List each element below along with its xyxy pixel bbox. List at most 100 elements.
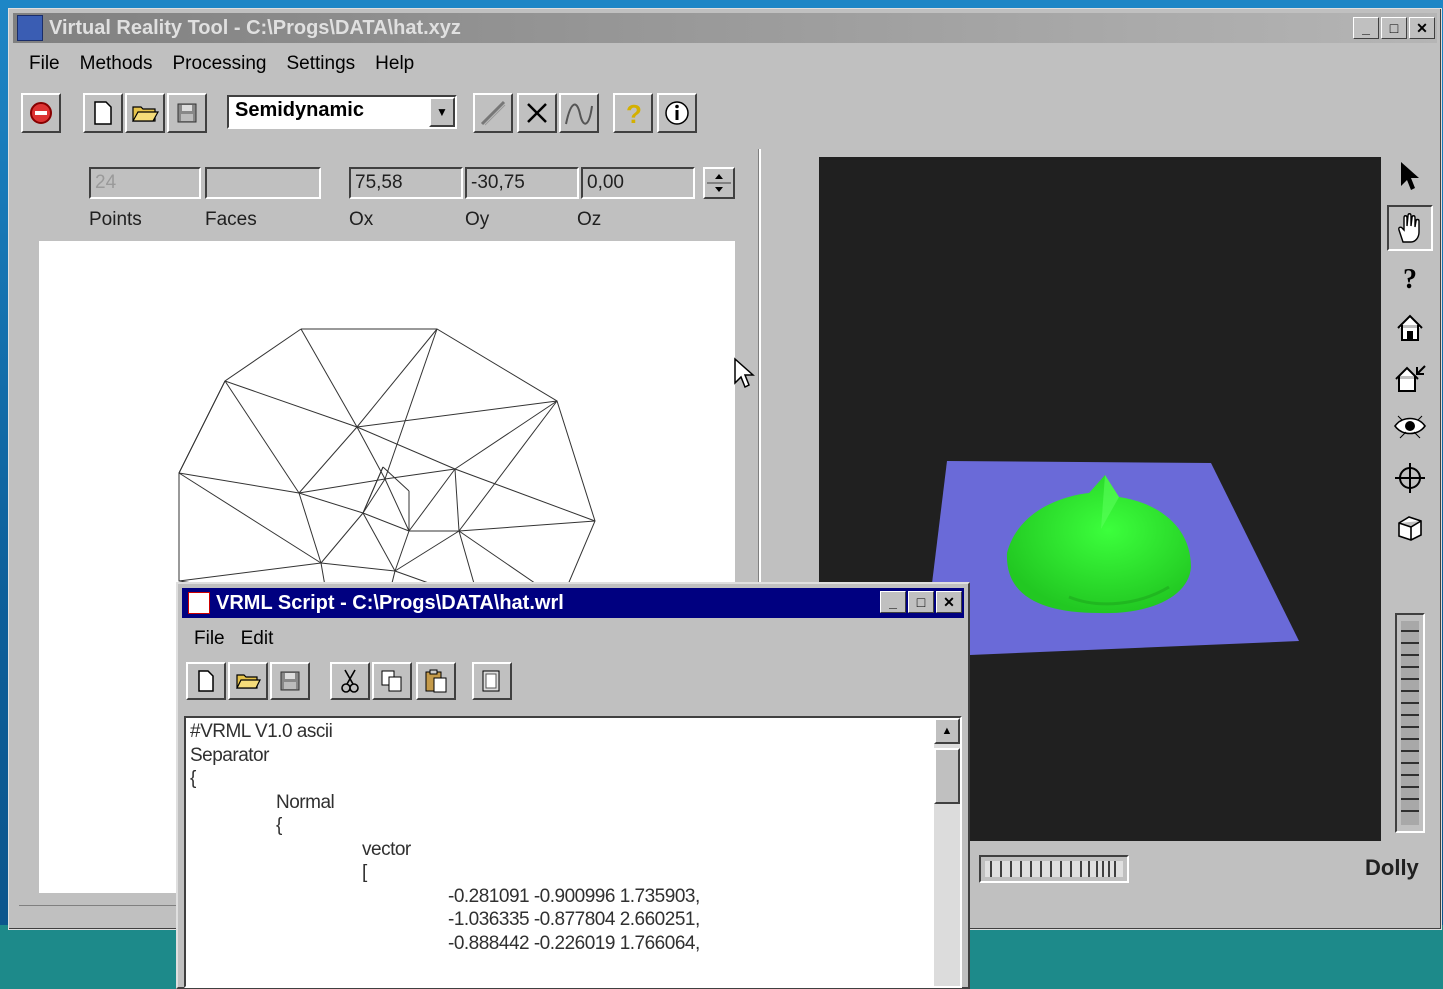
home-tool[interactable] — [1387, 305, 1433, 351]
ox-label: Ox — [349, 209, 374, 230]
hand-icon — [1398, 213, 1420, 243]
vrml-new-button[interactable] — [186, 662, 226, 700]
editor-scrollbar[interactable]: ▲ — [934, 718, 960, 986]
code-line-text: [ — [362, 862, 367, 883]
help-tool[interactable]: ? — [1387, 255, 1433, 301]
wireframe-tool[interactable] — [1387, 505, 1433, 551]
vrml-copy-button[interactable] — [372, 662, 412, 700]
app-icon — [17, 15, 43, 41]
oy-field[interactable]: -30,75 — [465, 167, 579, 199]
main-titlebar[interactable]: Virtual Reality Tool - C:\Progs\DATA\hat… — [13, 13, 1437, 43]
close-button[interactable]: ✕ — [1409, 17, 1435, 39]
code-line: [ — [190, 861, 700, 885]
select-tool[interactable] — [1387, 153, 1433, 199]
svg-text:?: ? — [626, 99, 642, 128]
new-file-icon — [198, 670, 214, 692]
scroll-up-button[interactable]: ▲ — [934, 718, 960, 744]
info-button[interactable] — [657, 93, 697, 133]
menu-methods[interactable]: Methods — [70, 49, 163, 79]
vrml-open-button[interactable] — [228, 662, 268, 700]
home-icon — [1397, 314, 1423, 341]
paste-icon — [425, 669, 447, 693]
question-icon: ? — [626, 99, 642, 128]
code-line-text: { — [276, 815, 282, 836]
set-home-tool[interactable] — [1387, 355, 1433, 401]
arrow-pointer-icon — [1401, 162, 1419, 190]
curve-button[interactable] — [559, 93, 599, 133]
main-menubar: File Methods Processing Settings Help — [19, 49, 424, 79]
vrml-save-button[interactable] — [270, 662, 310, 700]
save-disk-icon — [177, 103, 197, 123]
cube-icon — [1398, 516, 1422, 541]
main-window-title: Virtual Reality Tool - C:\Progs\DATA\hat… — [49, 16, 461, 39]
vrml-script-window: VRML Script - C:\Progs\DATA\hat.wrl _ □ … — [176, 582, 970, 989]
code-line: { — [190, 814, 700, 838]
info-icon — [665, 101, 689, 125]
oz-spinner[interactable] — [703, 167, 735, 199]
copy-icon — [381, 670, 402, 692]
ox-field[interactable]: 75,58 — [349, 167, 463, 199]
code-line-text: -0.281091 -0.900996 1.735903, — [448, 885, 700, 907]
vrml-minimize-button[interactable]: _ — [880, 591, 906, 613]
draw-line-button[interactable] — [473, 93, 513, 133]
mode-combo[interactable]: Semidynamic ▼ — [227, 95, 457, 129]
set-home-icon — [1395, 365, 1426, 392]
help-button[interactable]: ? — [613, 93, 653, 133]
notepad-icon — [188, 592, 210, 614]
exit-button[interactable] — [21, 93, 61, 133]
vrml-code-editor[interactable]: #VRML V1.0 ascii Separator{Normal{vector[… — [184, 716, 962, 988]
oz-field[interactable]: 0,00 — [581, 167, 695, 199]
code-line-text: -1.036335 -0.877804 2.660251, — [448, 909, 700, 930]
vrml-toolbar — [184, 658, 962, 704]
mouse-cursor-icon — [734, 357, 755, 389]
vrml-paste-button[interactable] — [416, 662, 456, 700]
zoom-vertical-slider[interactable] — [1395, 613, 1425, 833]
oz-label: Oz — [577, 209, 602, 230]
slider-ridges — [985, 861, 1123, 877]
vrml-view-button[interactable] — [472, 662, 512, 700]
faces-field[interactable] — [205, 167, 321, 199]
question-icon: ? — [1403, 264, 1417, 293]
svg-text:?: ? — [1403, 264, 1417, 293]
folder-open-icon — [131, 106, 159, 122]
crosshair-icon — [1395, 463, 1425, 493]
vrml-close-button[interactable]: ✕ — [936, 591, 962, 613]
points-field[interactable]: 24 — [89, 167, 201, 199]
code-line: -0.888442 -0.226019 1.766064, — [190, 932, 700, 956]
open-file-button[interactable] — [125, 93, 165, 133]
folder-open-icon — [236, 674, 261, 689]
chevron-down-icon[interactable]: ▼ — [429, 97, 455, 127]
delete-button[interactable] — [517, 93, 557, 133]
code-line: #VRML V1.0 ascii — [190, 721, 333, 742]
faces-label: Faces — [205, 209, 257, 230]
scissors-icon — [341, 669, 359, 693]
center-tool[interactable] — [1387, 455, 1433, 501]
view-tool[interactable] — [1387, 405, 1433, 451]
menu-help[interactable]: Help — [365, 49, 424, 79]
vrml-titlebar[interactable]: VRML Script - C:\Progs\DATA\hat.wrl _ □ … — [182, 588, 964, 618]
maximize-button[interactable]: □ — [1381, 17, 1407, 39]
pencil-icon — [480, 100, 506, 126]
save-disk-icon — [280, 671, 300, 691]
code-line-text: vector — [362, 838, 411, 860]
menu-processing[interactable]: Processing — [163, 49, 277, 79]
new-file-button[interactable] — [83, 93, 123, 133]
eye-icon — [1394, 415, 1426, 439]
vrml-menu-edit[interactable]: Edit — [233, 624, 282, 654]
save-file-button[interactable] — [167, 93, 207, 133]
vrml-maximize-button[interactable]: □ — [908, 591, 934, 613]
cross-icon — [527, 103, 547, 123]
pan-tool[interactable] — [1387, 205, 1433, 251]
minimize-button[interactable]: _ — [1353, 17, 1379, 39]
code-line: -1.036335 -0.877804 2.660251, — [190, 908, 700, 932]
code-line-text: Normal — [276, 791, 335, 813]
menu-file[interactable]: File — [19, 49, 70, 79]
code-line: { — [190, 768, 196, 789]
vrml-cut-button[interactable] — [330, 662, 370, 700]
rotate-horizontal-slider[interactable] — [979, 855, 1129, 883]
menu-settings[interactable]: Settings — [277, 49, 366, 79]
points-label: Points — [89, 209, 142, 230]
status-bar — [19, 905, 185, 930]
vrml-menu-file[interactable]: File — [186, 624, 233, 654]
scroll-thumb[interactable] — [934, 748, 960, 804]
